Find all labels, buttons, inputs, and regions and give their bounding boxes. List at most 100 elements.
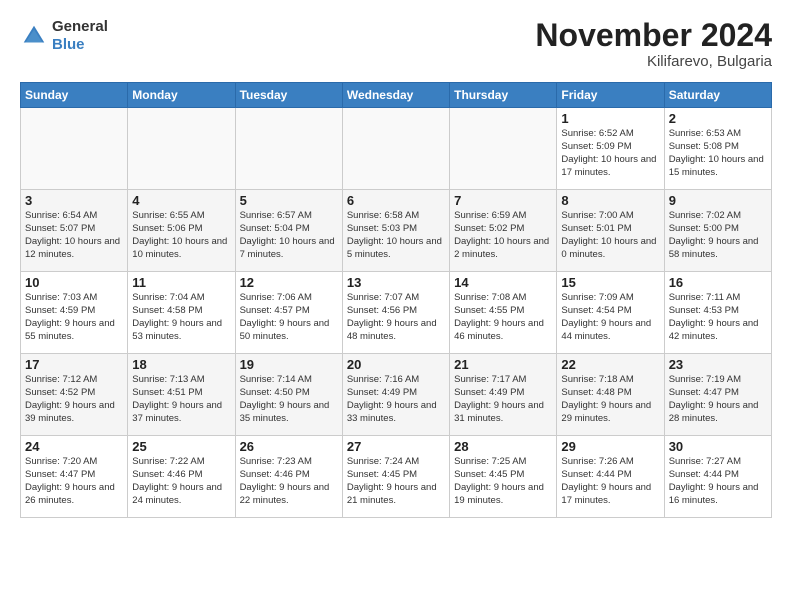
cell-info: Sunrise: 7:25 AM Sunset: 4:45 PM Dayligh… (454, 456, 552, 507)
col-tuesday: Tuesday (235, 83, 342, 108)
cell-info: Sunrise: 6:58 AM Sunset: 5:03 PM Dayligh… (347, 210, 445, 261)
calendar-cell: 17 Sunrise: 7:12 AM Sunset: 4:52 PM Dayli… (21, 354, 128, 436)
cell-info: Sunrise: 6:52 AM Sunset: 5:09 PM Dayligh… (561, 128, 659, 179)
calendar-cell: 14 Sunrise: 7:08 AM Sunset: 4:55 PM Dayli… (450, 272, 557, 354)
day-number: 2 (669, 111, 767, 126)
cell-info: Sunrise: 7:27 AM Sunset: 4:44 PM Dayligh… (669, 456, 767, 507)
calendar-cell: 7Sunrise: 6:59 AM Sunset: 5:02 PM Daylig… (450, 190, 557, 272)
page: General Blue November 2024 Kilifarevo, B… (0, 0, 792, 528)
day-number: 13 (347, 275, 445, 290)
calendar-cell: 29 Sunrise: 7:26 AM Sunset: 4:44 PM Dayli… (557, 436, 664, 518)
cell-info: Sunrise: 7:26 AM Sunset: 4:44 PM Dayligh… (561, 456, 659, 507)
calendar-cell: 22 Sunrise: 7:18 AM Sunset: 4:48 PM Dayli… (557, 354, 664, 436)
calendar-cell: 5Sunrise: 6:57 AM Sunset: 5:04 PM Daylig… (235, 190, 342, 272)
calendar-cell: 26 Sunrise: 7:23 AM Sunset: 4:46 PM Dayli… (235, 436, 342, 518)
day-number: 29 (561, 439, 659, 454)
calendar-cell: 30Sunrise: 7:27 AM Sunset: 4:44 PM Dayli… (664, 436, 771, 518)
cell-info: Sunrise: 6:55 AM Sunset: 5:06 PM Dayligh… (132, 210, 230, 261)
header: General Blue November 2024 Kilifarevo, B… (20, 18, 772, 70)
cell-info: Sunrise: 7:17 AM Sunset: 4:49 PM Dayligh… (454, 374, 552, 425)
cell-info: Sunrise: 7:09 AM Sunset: 4:54 PM Dayligh… (561, 292, 659, 343)
col-monday: Monday (128, 83, 235, 108)
cell-info: Sunrise: 6:57 AM Sunset: 5:04 PM Dayligh… (240, 210, 338, 261)
cell-info: Sunrise: 7:08 AM Sunset: 4:55 PM Dayligh… (454, 292, 552, 343)
calendar-cell (450, 108, 557, 190)
day-number: 27 (347, 439, 445, 454)
cell-info: Sunrise: 6:53 AM Sunset: 5:08 PM Dayligh… (669, 128, 767, 179)
day-number: 11 (132, 275, 230, 290)
col-friday: Friday (557, 83, 664, 108)
day-number: 26 (240, 439, 338, 454)
logo-text: General Blue (52, 18, 108, 54)
location: Kilifarevo, Bulgaria (535, 53, 772, 70)
calendar-cell: 2 Sunrise: 6:53 AM Sunset: 5:08 PM Daylig… (664, 108, 771, 190)
col-thursday: Thursday (450, 83, 557, 108)
col-sunday: Sunday (21, 83, 128, 108)
calendar-cell: 24Sunrise: 7:20 AM Sunset: 4:47 PM Dayli… (21, 436, 128, 518)
col-wednesday: Wednesday (342, 83, 449, 108)
cell-info: Sunrise: 7:24 AM Sunset: 4:45 PM Dayligh… (347, 456, 445, 507)
day-number: 6 (347, 193, 445, 208)
cell-info: Sunrise: 7:14 AM Sunset: 4:50 PM Dayligh… (240, 374, 338, 425)
calendar-cell: 3Sunrise: 6:54 AM Sunset: 5:07 PM Daylig… (21, 190, 128, 272)
day-number: 19 (240, 357, 338, 372)
logo-blue: Blue (52, 36, 85, 53)
calendar-cell: 9Sunrise: 7:02 AM Sunset: 5:00 PM Daylig… (664, 190, 771, 272)
cell-info: Sunrise: 7:06 AM Sunset: 4:57 PM Dayligh… (240, 292, 338, 343)
calendar-cell (21, 108, 128, 190)
cell-info: Sunrise: 7:02 AM Sunset: 5:00 PM Dayligh… (669, 210, 767, 261)
cell-info: Sunrise: 7:16 AM Sunset: 4:49 PM Dayligh… (347, 374, 445, 425)
calendar-cell: 1 Sunrise: 6:52 AM Sunset: 5:09 PM Daylig… (557, 108, 664, 190)
day-number: 22 (561, 357, 659, 372)
cell-info: Sunrise: 7:07 AM Sunset: 4:56 PM Dayligh… (347, 292, 445, 343)
cell-info: Sunrise: 7:04 AM Sunset: 4:58 PM Dayligh… (132, 292, 230, 343)
col-saturday: Saturday (664, 83, 771, 108)
calendar-cell: 28 Sunrise: 7:25 AM Sunset: 4:45 PM Dayli… (450, 436, 557, 518)
calendar-cell: 25 Sunrise: 7:22 AM Sunset: 4:46 PM Dayli… (128, 436, 235, 518)
cell-info: Sunrise: 7:23 AM Sunset: 4:46 PM Dayligh… (240, 456, 338, 507)
calendar-cell: 27 Sunrise: 7:24 AM Sunset: 4:45 PM Dayli… (342, 436, 449, 518)
day-number: 20 (347, 357, 445, 372)
day-number: 7 (454, 193, 552, 208)
calendar-table: Sunday Monday Tuesday Wednesday Thursday… (20, 82, 772, 518)
calendar-cell (235, 108, 342, 190)
calendar-cell: 15Sunrise: 7:09 AM Sunset: 4:54 PM Dayli… (557, 272, 664, 354)
day-number: 8 (561, 193, 659, 208)
calendar-cell: 16 Sunrise: 7:11 AM Sunset: 4:53 PM Dayli… (664, 272, 771, 354)
calendar-header: Sunday Monday Tuesday Wednesday Thursday… (21, 83, 772, 108)
calendar-week-3: 10Sunrise: 7:03 AM Sunset: 4:59 PM Dayli… (21, 272, 772, 354)
day-number: 18 (132, 357, 230, 372)
month-title: November 2024 (535, 18, 772, 53)
calendar-cell (342, 108, 449, 190)
calendar-cell: 21 Sunrise: 7:17 AM Sunset: 4:49 PM Dayli… (450, 354, 557, 436)
logo-icon (20, 22, 48, 50)
calendar-week-4: 17 Sunrise: 7:12 AM Sunset: 4:52 PM Dayli… (21, 354, 772, 436)
day-number: 14 (454, 275, 552, 290)
day-number: 25 (132, 439, 230, 454)
day-number: 28 (454, 439, 552, 454)
day-number: 4 (132, 193, 230, 208)
title-block: November 2024 Kilifarevo, Bulgaria (535, 18, 772, 70)
cell-info: Sunrise: 7:13 AM Sunset: 4:51 PM Dayligh… (132, 374, 230, 425)
day-number: 1 (561, 111, 659, 126)
cell-info: Sunrise: 7:22 AM Sunset: 4:46 PM Dayligh… (132, 456, 230, 507)
cell-info: Sunrise: 7:11 AM Sunset: 4:53 PM Dayligh… (669, 292, 767, 343)
header-row: Sunday Monday Tuesday Wednesday Thursday… (21, 83, 772, 108)
calendar-cell: 10Sunrise: 7:03 AM Sunset: 4:59 PM Dayli… (21, 272, 128, 354)
calendar-body: 1 Sunrise: 6:52 AM Sunset: 5:09 PM Daylig… (21, 108, 772, 518)
calendar-cell: 8 Sunrise: 7:00 AM Sunset: 5:01 PM Daylig… (557, 190, 664, 272)
day-number: 17 (25, 357, 123, 372)
day-number: 16 (669, 275, 767, 290)
calendar-cell: 6 Sunrise: 6:58 AM Sunset: 5:03 PM Daylig… (342, 190, 449, 272)
calendar-week-1: 1 Sunrise: 6:52 AM Sunset: 5:09 PM Daylig… (21, 108, 772, 190)
calendar-cell: 11 Sunrise: 7:04 AM Sunset: 4:58 PM Dayli… (128, 272, 235, 354)
cell-info: Sunrise: 7:12 AM Sunset: 4:52 PM Dayligh… (25, 374, 123, 425)
calendar-cell: 19 Sunrise: 7:14 AM Sunset: 4:50 PM Dayli… (235, 354, 342, 436)
day-number: 24 (25, 439, 123, 454)
cell-info: Sunrise: 7:18 AM Sunset: 4:48 PM Dayligh… (561, 374, 659, 425)
calendar-cell: 13 Sunrise: 7:07 AM Sunset: 4:56 PM Dayli… (342, 272, 449, 354)
day-number: 21 (454, 357, 552, 372)
calendar-cell: 20 Sunrise: 7:16 AM Sunset: 4:49 PM Dayli… (342, 354, 449, 436)
cell-info: Sunrise: 7:00 AM Sunset: 5:01 PM Dayligh… (561, 210, 659, 261)
calendar-week-2: 3Sunrise: 6:54 AM Sunset: 5:07 PM Daylig… (21, 190, 772, 272)
